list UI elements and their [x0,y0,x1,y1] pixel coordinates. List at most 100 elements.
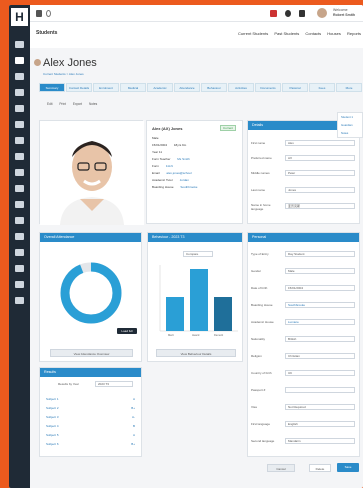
student-card-name: Alex (AX) Jones [152,126,183,131]
analytics-icon[interactable] [15,265,24,272]
list-item[interactable]: Subject 6 B+ [46,440,135,449]
students-icon[interactable] [15,57,24,64]
detail-label: Form Teacher [152,157,171,161]
reports-icon[interactable] [15,137,24,144]
view-attendance-button[interactable]: View Attendance Overview [50,349,133,357]
second-language-field[interactable]: Mandarin [285,438,355,444]
middle-names-field[interactable]: Peter [285,170,355,176]
events-icon[interactable] [15,249,24,256]
detail-value[interactable]: alex.jones@school [166,171,191,175]
tab-pastoral[interactable]: Pastoral [282,83,308,92]
nav-past-students[interactable]: Past Students [274,31,299,36]
cancel-button[interactable]: Cancel [267,464,295,472]
nav-reports[interactable]: Reports [347,31,361,36]
messages-icon[interactable] [15,169,24,176]
list-item[interactable]: Subject 3 A- [46,413,135,422]
nav-contacts[interactable]: Contacts [305,31,321,36]
library-icon[interactable] [15,201,24,208]
religion-field[interactable]: Christian [285,353,355,359]
behaviour-header: Behaviour - 2023 T3 [148,233,242,242]
field-label: Passport # [251,388,266,392]
notes-button[interactable]: Notes [89,102,97,106]
search-icon[interactable] [46,10,51,17]
status-badge: Current [219,125,236,131]
results-select-label: Results by Year [58,382,79,386]
export-button[interactable]: Export [73,102,82,106]
tab-enrolment[interactable]: Enrolment [93,83,119,92]
subject-label: Subject 5 [46,433,59,437]
student-photo [40,121,144,225]
tab-fees[interactable]: Fees [309,83,335,92]
settings-icon[interactable] [15,297,24,304]
nav-houses[interactable]: Houses [327,31,341,36]
top-bar: Welcome Robert Smith [30,5,363,22]
country-of-birth-field[interactable]: UK [285,370,355,376]
side-menu-item[interactable]: Student 1 [341,113,362,121]
attendance-icon[interactable] [15,121,24,128]
tab-documents[interactable]: Documents [255,83,281,92]
student-breadcrumb[interactable]: Current Students > Alex Jones [43,72,84,76]
alerts-icon[interactable] [270,10,277,17]
last-name-field[interactable]: Jones [285,187,355,193]
print-button[interactable]: Print [59,102,66,106]
subject-grade: B+ [131,442,135,446]
attendance-card: Overall Attendance Load full View Attend… [39,232,142,362]
first-language-field[interactable]: English [285,421,355,427]
sidebar: H [9,5,30,488]
delete-button[interactable]: Delete [309,464,331,472]
academic-house-field[interactable]: Lumiere [285,319,355,325]
list-item[interactable]: Subject 5 A [46,431,135,440]
subject-label: Subject 1 [46,397,59,401]
welcome-text: Welcome Robert Smith [333,8,355,17]
transport-icon[interactable] [15,233,24,240]
nationality-field[interactable]: British [285,336,355,342]
tab-behaviour[interactable]: Behaviour [201,83,227,92]
boarding-house-field[interactable]: Southbrooke [285,302,355,308]
bar-label: Demerit [214,334,224,337]
staff-icon[interactable] [15,73,24,80]
edit-button[interactable]: Edit [47,102,53,106]
personal-header: Personal [248,233,359,242]
tab-attendance[interactable]: Attendance [174,83,200,92]
detail-row: Email alex.jones@school [152,170,238,177]
home-language-name-field[interactable]: 亚历克斯 [285,203,355,209]
dob-field[interactable]: 15/01/2004 [285,285,355,291]
passport-field[interactable] [285,387,355,393]
nav-current-students[interactable]: Current Students [238,31,268,36]
tools-icon[interactable] [15,281,24,288]
tab-summary[interactable]: Summary [39,83,65,92]
first-name-field[interactable]: Alex [285,140,355,146]
side-menu-item[interactable]: Notes [341,129,362,137]
tab-more[interactable]: More [336,83,362,92]
medical-icon[interactable] [15,217,24,224]
side-menu-item[interactable]: Guardian [341,121,362,129]
notifications-icon[interactable] [299,10,305,17]
user-avatar[interactable] [317,8,327,18]
field-label: First name [251,141,266,145]
tab-academic[interactable]: Academic [147,83,173,92]
tab-activities[interactable]: Activities [228,83,254,92]
menu-icon[interactable] [36,10,42,17]
documents-icon[interactable] [15,185,24,192]
compare-select[interactable]: Compare [183,251,213,257]
load-full-button[interactable]: Load full [117,328,137,334]
tab-medical[interactable]: Medical [120,83,146,92]
type-of-entry-field[interactable]: Day Student [285,251,355,257]
timetable-icon[interactable] [15,105,24,112]
preferred-name-field[interactable]: AX [285,155,355,161]
finance-icon[interactable] [15,153,24,160]
list-item[interactable]: Subject 1 A [46,395,135,404]
visa-field[interactable]: Not Required [285,404,355,410]
view-behaviour-button[interactable]: View Behaviour Details [156,349,236,357]
list-item[interactable]: Subject 4 B [46,422,135,431]
results-year-select[interactable]: 2023 T3 [95,381,133,387]
list-item[interactable]: Subject 2 B+ [46,404,135,413]
calendar-icon[interactable] [15,89,24,96]
help-icon[interactable] [285,10,291,17]
field-label: Country of birth [251,371,272,375]
tab-contact[interactable]: Contact Details [66,83,92,92]
home-icon[interactable] [15,41,24,48]
gender-field[interactable]: Male [285,268,355,274]
save-button[interactable]: Save [337,463,359,472]
field-label: Boarding House [251,303,273,307]
